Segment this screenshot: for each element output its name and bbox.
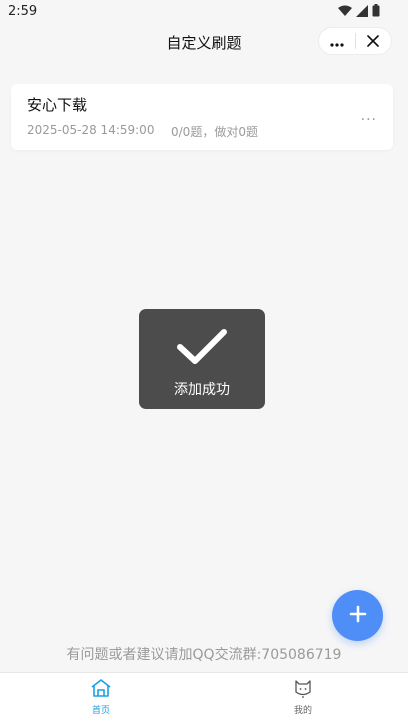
battery-icon xyxy=(372,4,380,17)
question-set-card[interactable]: 安心下载 2025-05-28 14:59:00 0/0题，做对0题 ··· xyxy=(11,84,393,150)
card-date: 2025-05-28 14:59:00 xyxy=(27,123,155,137)
status-icons xyxy=(338,4,380,17)
more-icon xyxy=(330,32,344,51)
home-icon xyxy=(89,679,113,702)
card-title: 安心下载 xyxy=(27,96,88,114)
status-bar: 2:59 xyxy=(0,0,408,24)
close-button[interactable] xyxy=(356,28,392,54)
footer-note: 有问题或者建议请加QQ交流群:705086719 xyxy=(66,647,342,663)
more-button[interactable] xyxy=(319,28,355,54)
cat-face-icon xyxy=(293,680,313,702)
mini-program-capsule xyxy=(318,27,392,55)
toast-text: 添加成功 xyxy=(174,382,230,398)
checkmark-icon xyxy=(176,327,228,371)
nav-bar: 自定义刷题 xyxy=(0,24,408,60)
status-time: 2:59 xyxy=(8,4,38,19)
tab-me-label: 我的 xyxy=(293,706,312,716)
wifi-icon xyxy=(338,5,352,17)
card-more-button[interactable]: ··· xyxy=(361,112,377,128)
card-stats: 0/0题，做对0题 xyxy=(171,125,258,139)
tab-home-label: 首页 xyxy=(91,706,110,716)
tab-home[interactable]: 首页 xyxy=(71,678,131,716)
success-toast: 添加成功 xyxy=(139,309,265,409)
add-button[interactable] xyxy=(332,590,383,641)
tab-bar: 首页 我的 xyxy=(0,672,408,722)
tab-me[interactable]: 我的 xyxy=(273,678,333,716)
plus-icon xyxy=(349,605,367,627)
signal-icon xyxy=(356,4,368,17)
close-icon xyxy=(367,32,380,51)
